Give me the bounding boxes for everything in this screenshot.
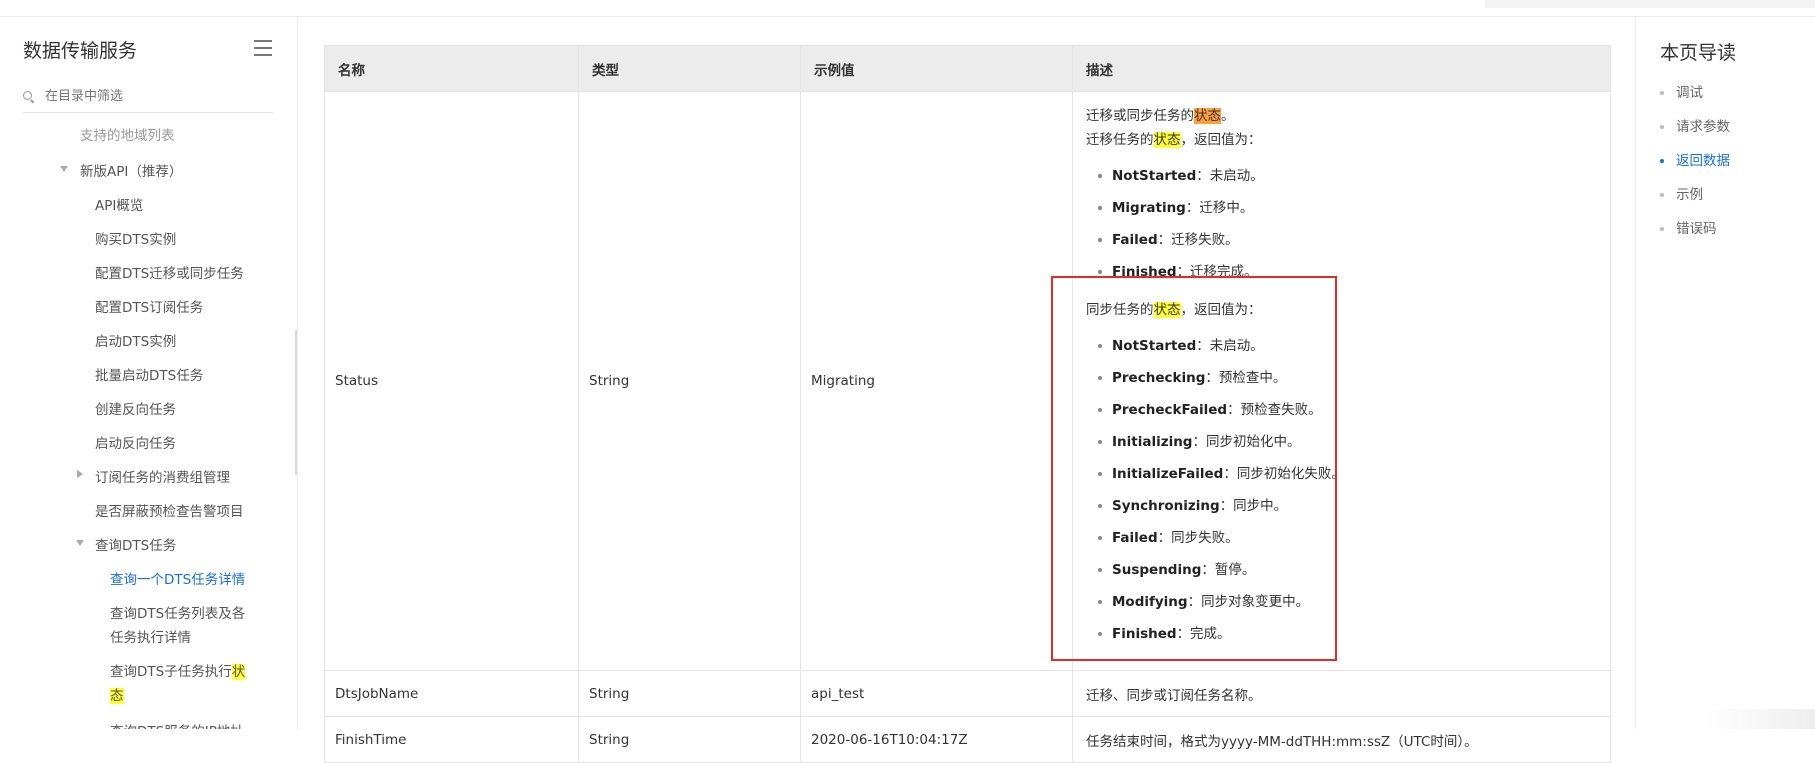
list-item: InitializeFailed：同步初始化失败。 [1086, 458, 1610, 490]
sync-status-list: NotStarted：未启动。 Prechecking：预检查中。 Preche… [1086, 330, 1610, 650]
sidebar-item-regions[interactable]: 支持的地域列表 [80, 128, 175, 144]
sidebar-item-start-instance[interactable]: 启动DTS实例 [95, 330, 176, 350]
caret-right-icon[interactable] [77, 470, 83, 478]
header-example: 示例值 [800, 45, 1073, 92]
page-outline: 本页导读 调试 请求参数 返回数据 示例 错误码 [1635, 17, 1815, 729]
sidebar-item-batch-start[interactable]: 批量启动DTS任务 [95, 364, 203, 384]
table-row: FinishTime String 2020-06-16T10:04:17Z 任… [324, 716, 1611, 763]
list-item: Modifying：同步对象变更中。 [1086, 586, 1610, 618]
search-highlight: 状 [231, 664, 246, 680]
sidebar-search-input[interactable] [45, 89, 265, 104]
header-name: 名称 [324, 45, 579, 92]
top-bar [0, 0, 1815, 17]
sidebar-scrollbar[interactable] [295, 330, 297, 475]
list-item: Finished：迁移完成。 [1086, 256, 1610, 288]
caret-down-icon[interactable] [76, 540, 84, 546]
bullet-icon [1660, 159, 1664, 163]
sidebar-item-create-reverse[interactable]: 创建反向任务 [95, 398, 176, 418]
table-header-row: 名称 类型 示例值 描述 [324, 45, 1611, 92]
outline-item-request-params[interactable]: 请求参数 [1660, 115, 1730, 135]
bullet-icon [1660, 91, 1664, 95]
cell-example: Migrating [800, 91, 1073, 671]
cell-type: String [578, 716, 801, 763]
sidebar-title: 数据传输服务 [23, 40, 138, 62]
sidebar-item-precheck-alert[interactable]: 是否屏蔽预检查告警项目 [95, 500, 244, 520]
desc-text: 迁移或同步任务的 [1086, 108, 1194, 124]
list-item: NotStarted：未启动。 [1086, 330, 1610, 362]
search-highlight: 状态 [1153, 302, 1181, 318]
cell-example: 2020-06-16T10:04:17Z [800, 716, 1073, 763]
outline-label: 示例 [1676, 187, 1703, 203]
sidebar-item-consumer-group[interactable]: 订阅任务的消费组管理 [95, 466, 230, 486]
sidebar-item-label: 查询DTS子任务执行 [110, 664, 232, 680]
outline-item-error-codes[interactable]: 错误码 [1660, 217, 1717, 237]
table-row: DtsJobName String api_test 迁移、同步或订阅任务名称。 [324, 670, 1611, 717]
cell-description: 迁移或同步任务的状态。 迁移任务的状态，返回值为： NotStarted：未启动… [1072, 91, 1611, 671]
response-params-table: 名称 类型 示例值 描述 Status String Migrating 迁移或… [324, 45, 1611, 763]
cell-name: FinishTime [324, 716, 579, 763]
list-item: Finished：完成。 [1086, 618, 1610, 650]
sidebar-item-query-task-list[interactable]: 查询DTS任务列表及各 任务执行详情 [110, 602, 245, 650]
search-icon [23, 90, 35, 103]
desc-text: 同步任务的 [1086, 302, 1154, 318]
list-item: Migrating：迁移中。 [1086, 192, 1610, 224]
cell-example: api_test [800, 670, 1073, 717]
desc-text: 。 [1221, 108, 1235, 124]
outline-item-example[interactable]: 示例 [1660, 183, 1703, 203]
list-item: Suspending：暂停。 [1086, 554, 1610, 586]
list-item: Synchronizing：同步中。 [1086, 490, 1610, 522]
outline-label: 请求参数 [1676, 119, 1730, 135]
list-item: NotStarted：未启动。 [1086, 160, 1610, 192]
caret-down-icon[interactable] [60, 166, 68, 172]
sidebar-item-start-reverse[interactable]: 启动反向任务 [95, 432, 176, 452]
desc-text: ，返回值为： [1180, 302, 1262, 318]
menu-icon[interactable] [254, 40, 272, 56]
outline-label: 返回数据 [1676, 153, 1730, 169]
list-item: Failed：同步失败。 [1086, 522, 1610, 554]
page-outline-title: 本页导读 [1660, 42, 1737, 64]
cell-type: String [578, 670, 801, 717]
search-highlight: 态 [110, 688, 124, 704]
outline-label: 调试 [1676, 85, 1703, 101]
sidebar-item-new-api[interactable]: 新版API（推荐） [80, 160, 182, 180]
sidebar-item-query-ip[interactable]: 查询DTS服务的IP地址 [110, 720, 244, 729]
sidebar-search[interactable] [23, 81, 273, 113]
outline-item-response-data[interactable]: 返回数据 [1660, 149, 1730, 169]
cell-description: 任务结束时间，格式为yyyy-MM-ddTHH:mm:ssZ（UTC时间）。 [1072, 716, 1611, 763]
sidebar-item-label: 任务执行详情 [110, 630, 191, 646]
header-type: 类型 [578, 45, 801, 92]
list-item: Initializing：同步初始化中。 [1086, 426, 1610, 458]
sidebar-item-config-subscription[interactable]: 配置DTS订阅任务 [95, 296, 203, 316]
cell-name: Status [324, 91, 579, 671]
sidebar-item-config-migration[interactable]: 配置DTS迁移或同步任务 [95, 262, 244, 282]
cell-name: DtsJobName [324, 670, 579, 717]
outline-label: 错误码 [1676, 221, 1717, 237]
top-bar-shade [1485, 0, 1815, 8]
outline-item-debug[interactable]: 调试 [1660, 81, 1703, 101]
list-item: Failed：迁移失败。 [1086, 224, 1610, 256]
sidebar-item-api-overview[interactable]: API概览 [95, 194, 143, 214]
list-item: PrecheckFailed：预检查失败。 [1086, 394, 1610, 426]
cell-type: String [578, 91, 801, 671]
table-row: Status String Migrating 迁移或同步任务的状态。 迁移任务… [324, 91, 1611, 671]
search-highlight: 状态 [1153, 132, 1181, 148]
search-highlight-current: 状态 [1194, 108, 1221, 124]
migrate-status-list: NotStarted：未启动。 Migrating：迁移中。 Failed：迁移… [1086, 160, 1610, 288]
desc-text: 迁移任务的 [1086, 132, 1154, 148]
sidebar-item-query-task-detail[interactable]: 查询一个DTS任务详情 [110, 568, 245, 588]
cell-description: 迁移、同步或订阅任务名称。 [1072, 670, 1611, 717]
corner-shade [1705, 709, 1815, 729]
sidebar-item-query-tasks[interactable]: 查询DTS任务 [95, 534, 176, 554]
main-content: 名称 类型 示例值 描述 Status String Migrating 迁移或… [324, 45, 1611, 763]
sidebar-item-query-subtask-status[interactable]: 查询DTS子任务执行状 态 [110, 660, 246, 708]
bullet-icon [1660, 227, 1664, 231]
bullet-icon [1660, 193, 1664, 197]
sidebar-item-label: 查询DTS任务列表及各 [110, 606, 246, 622]
sidebar-item-buy-instance[interactable]: 购买DTS实例 [95, 228, 176, 248]
header-description: 描述 [1072, 45, 1611, 92]
sidebar: 数据传输服务 支持的地域列表 新版API（推荐） API概览 购买DTS实例 配… [0, 17, 298, 729]
list-item: Prechecking：预检查中。 [1086, 362, 1610, 394]
desc-text: ，返回值为： [1180, 132, 1262, 148]
bullet-icon [1660, 125, 1664, 129]
